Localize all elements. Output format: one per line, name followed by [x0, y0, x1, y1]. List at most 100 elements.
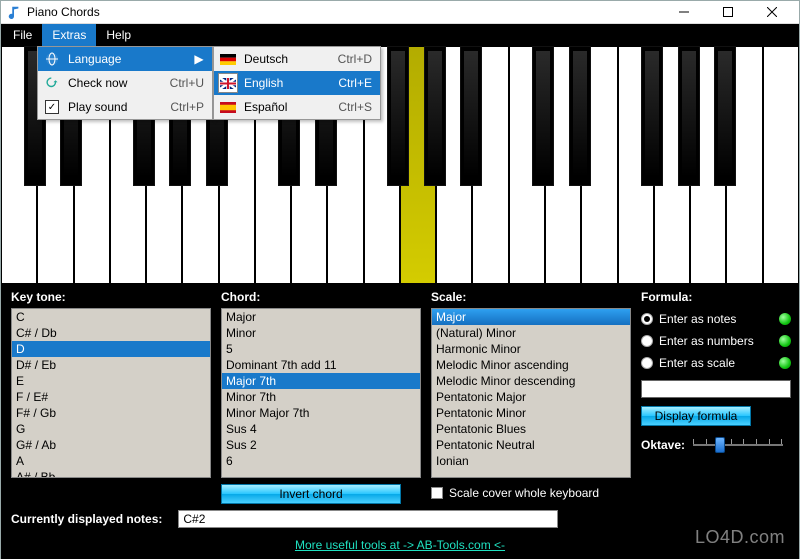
- lang-en-label: English: [244, 76, 330, 90]
- formula-panel: Formula: Enter as notes Enter as numbers: [641, 290, 791, 504]
- radio-icon: [641, 313, 653, 325]
- list-item[interactable]: Ionian: [432, 453, 630, 469]
- list-item[interactable]: Dominant 7th add 11: [222, 357, 420, 373]
- list-item[interactable]: Minor: [222, 325, 420, 341]
- scale-panel: Scale: Major(Natural) MinorHarmonic Mino…: [431, 290, 631, 504]
- maximize-button[interactable]: [707, 1, 749, 23]
- refresh-icon: [42, 73, 62, 93]
- oktave-slider[interactable]: [693, 436, 783, 454]
- scale-list[interactable]: Major(Natural) MinorHarmonic MinorMelodi…: [431, 308, 631, 478]
- menu-play-sound[interactable]: ✓ Play sound Ctrl+P: [38, 95, 212, 119]
- abtools-link[interactable]: More useful tools at -> AB-Tools.com <-: [295, 538, 505, 552]
- list-item[interactable]: C: [12, 309, 210, 325]
- chord-label: Chord:: [221, 290, 421, 304]
- list-item[interactable]: F# / Gb: [12, 405, 210, 421]
- close-button[interactable]: [751, 1, 793, 23]
- list-item[interactable]: Pentatonic Minor: [432, 405, 630, 421]
- current-notes-field[interactable]: [178, 510, 558, 528]
- black-key[interactable]: [460, 46, 482, 186]
- language-dropdown: Deutsch Ctrl+D English Ctrl+E Español Ct…: [213, 46, 381, 120]
- list-item[interactable]: Melodic Minor ascending: [432, 357, 630, 373]
- list-item[interactable]: Pentatonic Major: [432, 389, 630, 405]
- black-key[interactable]: [532, 46, 554, 186]
- oktave-label: Oktave:: [641, 438, 685, 452]
- list-item[interactable]: 6: [222, 453, 420, 469]
- list-item[interactable]: F / E#: [12, 389, 210, 405]
- list-item[interactable]: G# / Ab: [12, 437, 210, 453]
- menu-language-label: Language: [68, 52, 194, 66]
- lang-espanol[interactable]: Español Ctrl+S: [214, 95, 380, 119]
- list-item[interactable]: 5: [222, 341, 420, 357]
- control-panels: Key tone: CC# / DbDD# / EbEF / E#F# / Gb…: [1, 284, 799, 506]
- lang-es-label: Español: [244, 100, 330, 114]
- list-item[interactable]: Sus 2: [222, 437, 420, 453]
- menu-language[interactable]: Language ▶: [38, 47, 212, 71]
- scale-cover-label: Scale cover whole keyboard: [449, 486, 599, 500]
- submenu-arrow-icon: ▶: [194, 52, 204, 66]
- extras-dropdown: Language ▶ Check now Ctrl+U ✓ Play sound…: [37, 46, 213, 120]
- menu-play-sound-accel: Ctrl+P: [170, 100, 204, 114]
- list-item[interactable]: Sus 4: [222, 421, 420, 437]
- globe-icon: [42, 49, 62, 69]
- menu-help[interactable]: Help: [96, 24, 141, 46]
- list-item[interactable]: Pentatonic Blues: [432, 421, 630, 437]
- invert-chord-button[interactable]: Invert chord: [221, 484, 401, 504]
- list-item[interactable]: D: [12, 341, 210, 357]
- flag-de-icon: [218, 49, 238, 69]
- formula-radio-numbers[interactable]: Enter as numbers: [641, 330, 754, 352]
- menubar: File Extras Help Language ▶ Check now: [1, 24, 799, 46]
- list-item[interactable]: D# / Eb: [12, 357, 210, 373]
- black-key[interactable]: [424, 46, 446, 186]
- list-item[interactable]: Melodic Minor descending: [432, 373, 630, 389]
- lang-english[interactable]: English Ctrl+E: [214, 71, 380, 95]
- formula-input[interactable]: [641, 380, 791, 398]
- formula-radio-notes[interactable]: Enter as notes: [641, 308, 736, 330]
- checkbox-icon: ✓: [42, 97, 62, 117]
- app-window: Piano Chords File Extras Help: [0, 0, 800, 559]
- lang-de-accel: Ctrl+D: [338, 52, 372, 66]
- lang-deutsch[interactable]: Deutsch Ctrl+D: [214, 47, 380, 71]
- list-item[interactable]: Major: [432, 309, 630, 325]
- status-dot-icon[interactable]: [779, 313, 791, 325]
- black-key[interactable]: [387, 46, 409, 186]
- lang-de-label: Deutsch: [244, 52, 330, 66]
- keytone-label: Key tone:: [11, 290, 211, 304]
- menu-check-now-label: Check now: [68, 76, 162, 90]
- app-icon: [7, 5, 21, 19]
- list-item[interactable]: A: [12, 453, 210, 469]
- formula-radio-scale[interactable]: Enter as scale: [641, 352, 735, 374]
- list-item[interactable]: Harmonic Minor: [432, 341, 630, 357]
- black-key[interactable]: [569, 46, 591, 186]
- list-item[interactable]: E: [12, 373, 210, 389]
- black-key[interactable]: [678, 46, 700, 186]
- list-item[interactable]: G: [12, 421, 210, 437]
- menu-file[interactable]: File: [3, 24, 42, 46]
- white-key[interactable]: [763, 46, 799, 284]
- list-item[interactable]: Major 7th: [222, 373, 420, 389]
- chord-list[interactable]: MajorMinor5Dominant 7th add 11Major 7thM…: [221, 308, 421, 478]
- keytone-list[interactable]: CC# / DbDD# / EbEF / E#F# / GbGG# / AbAA…: [11, 308, 211, 478]
- status-dot-icon[interactable]: [779, 335, 791, 347]
- menu-check-now[interactable]: Check now Ctrl+U: [38, 71, 212, 95]
- status-dot-icon[interactable]: [779, 357, 791, 369]
- bottom-bar: Currently displayed notes:: [1, 506, 799, 532]
- black-key[interactable]: [641, 46, 663, 186]
- radio-icon: [641, 357, 653, 369]
- list-item[interactable]: Major: [222, 309, 420, 325]
- radio-notes-label: Enter as notes: [659, 312, 736, 326]
- list-item[interactable]: (Natural) Minor: [432, 325, 630, 341]
- list-item[interactable]: C# / Db: [12, 325, 210, 341]
- radio-numbers-label: Enter as numbers: [659, 334, 754, 348]
- list-item[interactable]: Minor 7th: [222, 389, 420, 405]
- radio-icon: [641, 335, 653, 347]
- black-key[interactable]: [714, 46, 736, 186]
- scale-cover-checkbox[interactable]: [431, 487, 443, 499]
- list-item[interactable]: Pentatonic Neutral: [432, 437, 630, 453]
- minimize-button[interactable]: [663, 1, 705, 23]
- list-item[interactable]: Minor Major 7th: [222, 405, 420, 421]
- display-formula-button[interactable]: Display formula: [641, 406, 751, 426]
- menu-extras[interactable]: Extras: [42, 24, 96, 46]
- client-area: File Extras Help Language ▶ Check now: [1, 24, 799, 559]
- flag-en-icon: [218, 73, 238, 93]
- list-item[interactable]: A# / Bb: [12, 469, 210, 478]
